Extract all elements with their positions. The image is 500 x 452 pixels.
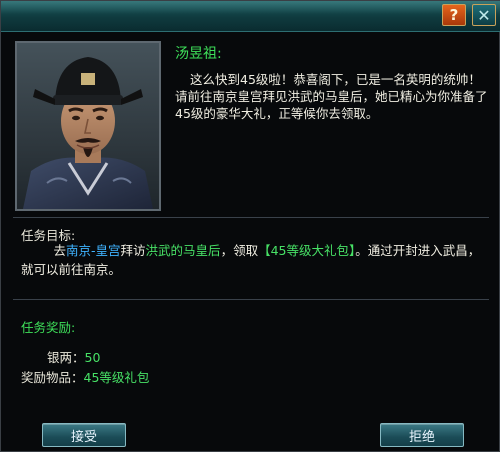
npc-name: 汤昱祖: [175, 46, 222, 62]
reward-row-silver: 银两：50 [47, 347, 100, 366]
quest-reward-label: 任务奖励: [21, 320, 76, 335]
help-button[interactable]: ? [442, 4, 466, 26]
goal-item-link[interactable]: 【45等级大礼包】 [258, 243, 355, 258]
accept-button[interactable]: 接受 [42, 423, 126, 447]
goal-verb: 拜访 [120, 243, 146, 258]
reward-value-item[interactable]: 45等级礼包 [84, 370, 150, 385]
reward-key-item: 奖励物品： [21, 370, 84, 385]
close-x-icon: ✕ [477, 5, 491, 25]
quest-dialog-window: ? ✕ 汤昱祖: 这么快到45级啦！恭喜阁下，已是一名英明的统帅！请前往南京皇宫… [0, 0, 500, 452]
goal-prefix: 去 [53, 243, 67, 258]
npc-portrait [15, 41, 161, 211]
question-mark-icon: ? [449, 6, 459, 24]
window-titlebar[interactable]: ? ✕ [1, 1, 500, 32]
reward-value-silver: 50 [84, 350, 101, 365]
npc-dialog-text: 这么快到45级啦！恭喜阁下，已是一名英明的统帅！请前往南京皇宫拜见洪武的马皇后，… [175, 72, 488, 121]
goal-mid: ，领取 [220, 243, 259, 258]
close-button[interactable]: ✕ [472, 4, 496, 26]
reject-button[interactable]: 拒绝 [380, 423, 464, 447]
quest-goal-text: 去南京-皇宫拜访洪武的马皇后，领取【45等级大礼包】。通过开封进入武昌，就可以前… [21, 241, 481, 279]
section-divider [13, 299, 489, 300]
npc-portrait-image [17, 43, 159, 209]
goal-npc-link[interactable]: 洪武的马皇后 [146, 243, 221, 258]
reward-row-item: 奖励物品：45等级礼包 [21, 367, 149, 386]
section-divider [13, 217, 489, 218]
goal-location-link[interactable]: 南京-皇宫 [66, 243, 121, 258]
reward-key-silver: 银两： [47, 350, 85, 365]
